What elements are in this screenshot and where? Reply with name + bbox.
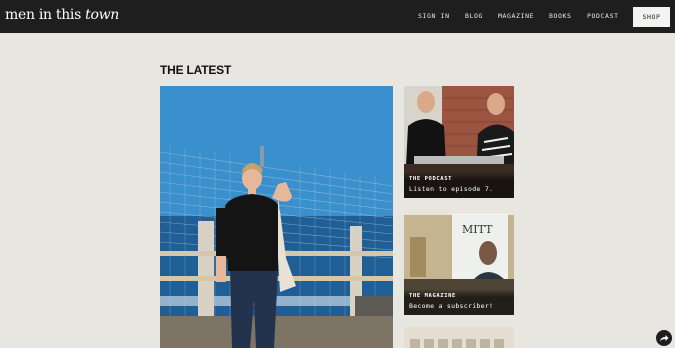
- site-logo[interactable]: men in this town: [5, 7, 119, 23]
- nav-podcast[interactable]: PODCAST: [587, 0, 619, 33]
- podcast-card-caption: THE PODCAST Listen to episode 7.: [404, 172, 514, 198]
- magazine-card-kicker: THE MAGAZINE: [409, 293, 456, 299]
- hero-image[interactable]: [160, 86, 393, 348]
- third-card[interactable]: [404, 327, 514, 348]
- nav-books[interactable]: BOOKS: [549, 0, 572, 33]
- nav-blog[interactable]: BLOG: [465, 0, 483, 33]
- logo-text: men in this: [5, 7, 81, 23]
- magazine-card[interactable]: MITT THE MAGAZINE Become a subscriber!: [404, 209, 514, 315]
- podcast-card-kicker: THE PODCAST: [409, 176, 453, 182]
- podcast-card-text: Listen to episode 7.: [409, 185, 494, 193]
- nav-sign-in[interactable]: SIGN IN: [418, 0, 450, 33]
- share-arrow-icon: [660, 335, 669, 341]
- hero-photo-illustration: [160, 86, 393, 348]
- shop-button[interactable]: SHOP: [633, 7, 670, 27]
- nav-magazine[interactable]: MAGAZINE: [498, 0, 534, 33]
- section-heading: THE LATEST: [160, 63, 232, 77]
- podcast-card[interactable]: THE PODCAST Listen to episode 7.: [404, 86, 514, 198]
- magazine-card-text: Become a subscriber!: [409, 302, 494, 310]
- magazine-cover-title: MITT: [462, 223, 493, 236]
- share-button[interactable]: [656, 330, 672, 346]
- logo-text-italic: town: [85, 7, 119, 23]
- third-card-illustration: [404, 327, 514, 348]
- top-navigation-bar: men in this town SIGN IN BLOG MAGAZINE B…: [0, 0, 675, 33]
- magazine-card-caption: THE MAGAZINE Become a subscriber!: [404, 289, 514, 315]
